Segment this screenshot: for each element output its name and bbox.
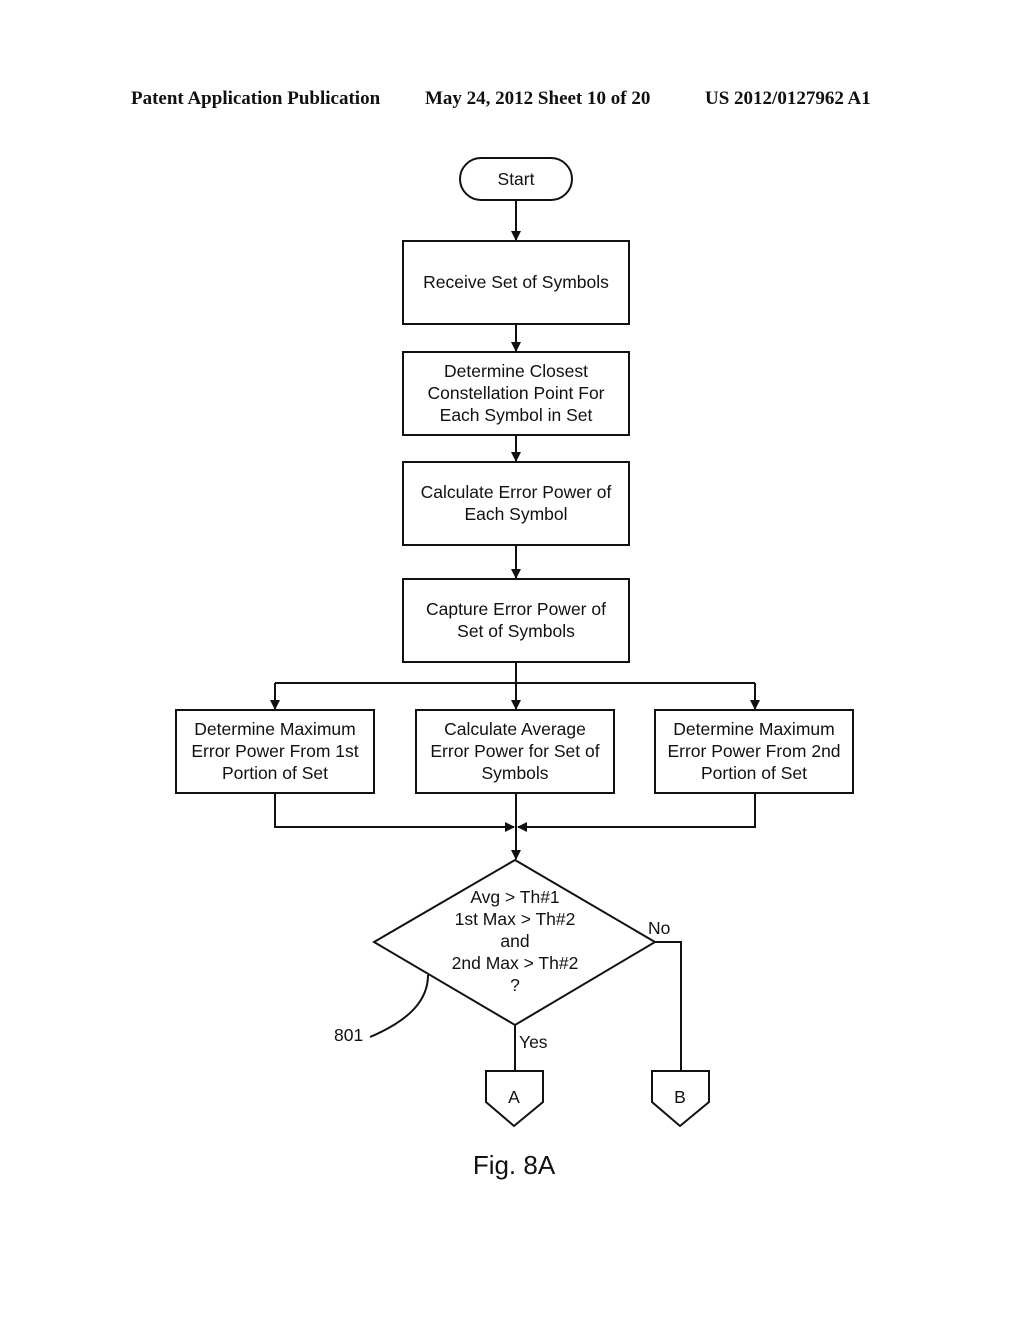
parallel-step-label: Determine Maximum xyxy=(673,719,834,739)
parallel-step-label: Error Power From 2nd xyxy=(667,741,840,761)
decision-label: Avg > Th#1 xyxy=(470,887,559,907)
parallel-step-label: Calculate Average xyxy=(444,719,586,739)
step-label: Capture Error Power of xyxy=(426,599,606,619)
decision-label: ? xyxy=(510,975,520,995)
reference-leader xyxy=(369,974,429,1038)
figure-label: Fig. 8A xyxy=(473,1150,556,1180)
decision-label: and xyxy=(500,931,529,951)
step-label: Constellation Point For xyxy=(427,383,604,403)
parallel-step-label: Symbols xyxy=(481,763,548,783)
yes-label: Yes xyxy=(519,1032,548,1052)
arrow xyxy=(274,793,515,832)
step-label: Determine Closest xyxy=(444,361,588,381)
step-label: Set of Symbols xyxy=(457,621,575,641)
parallel-step-label: Error Power for Set of xyxy=(430,741,599,761)
parallel-step-label: Portion of Set xyxy=(222,763,328,783)
flowchart: Start Receive Set of Symbols Determine Clo… xyxy=(175,157,854,1180)
no-label: No xyxy=(648,918,670,938)
connector-b-label: B xyxy=(674,1087,686,1107)
parallel-step-label: Determine Maximum xyxy=(194,719,355,739)
parallel-step-label: Error Power From 1st xyxy=(191,741,358,761)
parallel-step-label: Portion of Set xyxy=(701,763,807,783)
reference-numeral: 801 xyxy=(334,1025,363,1045)
decision-label: 2nd Max > Th#2 xyxy=(452,953,579,973)
step-label: Calculate Error Power of xyxy=(421,482,612,502)
connector-a-label: A xyxy=(508,1087,520,1107)
arrow xyxy=(517,793,756,832)
step-label: Each Symbol xyxy=(464,504,567,524)
no-line xyxy=(655,941,682,1071)
step-label: Receive Set of Symbols xyxy=(423,272,609,292)
step-label: Each Symbol in Set xyxy=(440,405,593,425)
decision-label: 1st Max > Th#2 xyxy=(455,909,576,929)
start-label: Start xyxy=(498,169,535,189)
